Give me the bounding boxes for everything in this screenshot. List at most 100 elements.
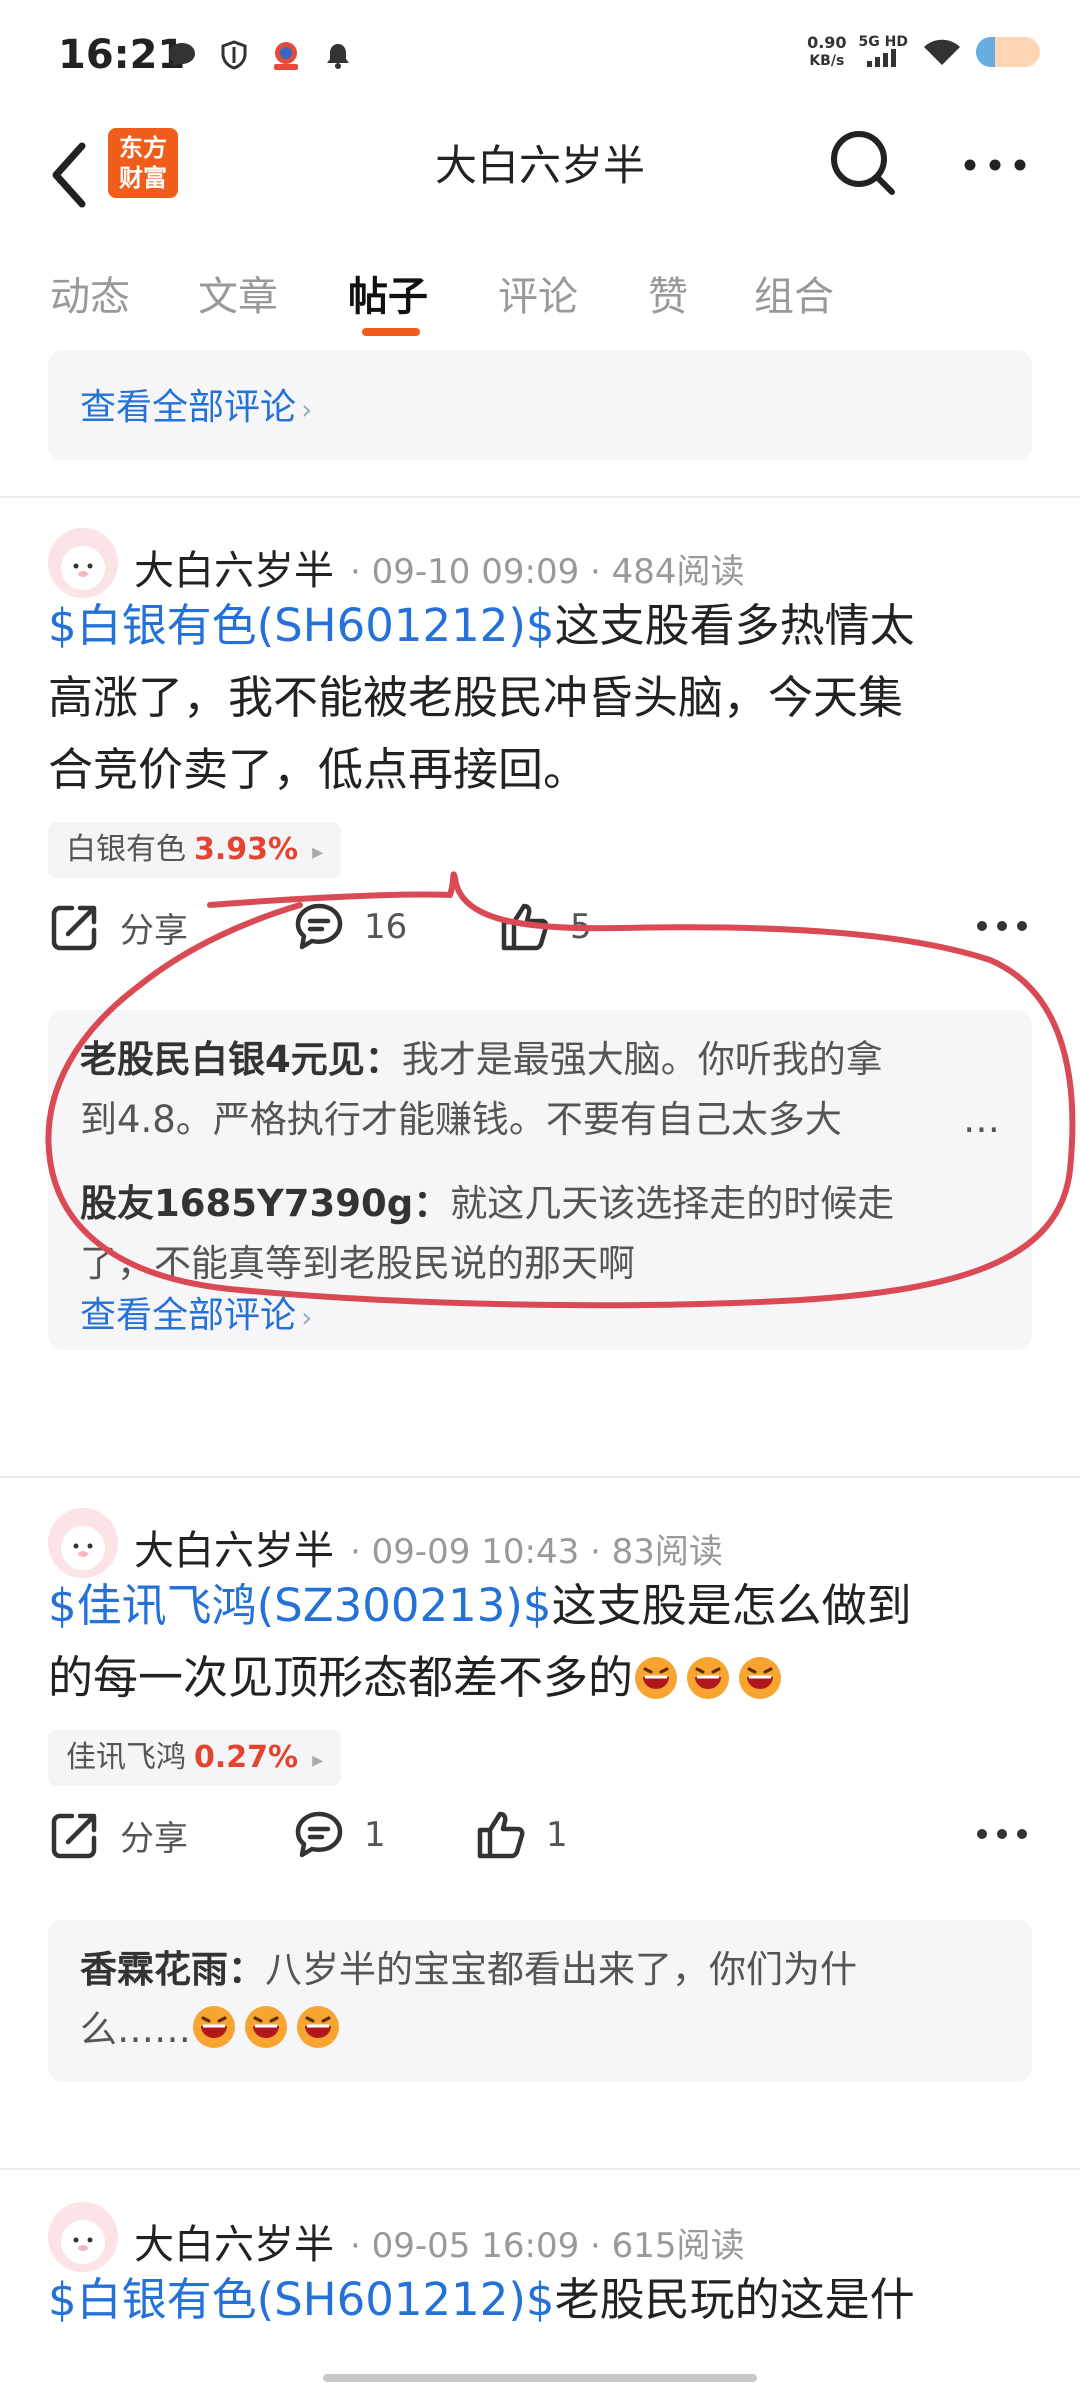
author-name[interactable]: 大白六岁半 <box>134 538 334 596</box>
post-meta: · 09-10 09:09 · 484阅读 <box>350 552 745 592</box>
stock-chip-name: 佳讯飞鸿 <box>66 1740 186 1775</box>
share-button[interactable]: 分享 <box>48 892 188 962</box>
view-all-comments-link[interactable]: 查看全部评论 › <box>80 1286 312 1338</box>
avatar[interactable] <box>48 1508 118 1578</box>
tab-active-indicator <box>362 328 420 336</box>
post-meta: · 09-05 16:09 · 615阅读 <box>350 2226 745 2266</box>
comment-text: 么…… <box>80 2008 191 2051</box>
search-icon[interactable] <box>828 128 898 198</box>
comment-count: 16 <box>364 907 408 947</box>
like-count: 1 <box>546 1815 568 1855</box>
comment-preview-box: 香霖花雨：八岁半的宝宝都看出来了，你们为什 么…… <box>48 1920 1032 2082</box>
network-speed-unit: KB/s <box>809 53 845 69</box>
tab-likes[interactable]: 赞 <box>648 264 688 322</box>
stock-link[interactable]: $白银有色(SH601212)$ <box>48 2273 555 2326</box>
comment-preview-box: 老股民白银4元见：我才是最强大脑。你听我的拿 到4.8。严格执行才能赚钱。不要有… <box>48 1010 1032 1350</box>
comment-user[interactable]: 老股民白银4元见： <box>80 1038 402 1081</box>
chevron-right-icon: › <box>301 393 313 426</box>
stock-chip-change: 0.27% <box>194 1740 299 1775</box>
bell-icon <box>327 44 349 69</box>
comment-text: 我才是最强大脑。你听我的拿 <box>401 1038 883 1081</box>
comment-user[interactable]: 香霖花雨： <box>80 1948 265 1991</box>
status-system-icons: 0.90 KB/s 5G HD <box>807 34 1040 70</box>
status-bar: 16:21 0.90 KB/s 5G HD <box>0 0 1080 118</box>
stock-quote-chip[interactable]: 白银有色 3.93% ▸ <box>48 822 342 878</box>
post-text-line: 这支股是怎么做到 <box>551 1579 912 1632</box>
battery-icon <box>976 37 1040 67</box>
tab-posts[interactable]: 帖子 <box>348 264 428 322</box>
post-more-icon[interactable] <box>972 1814 1032 1854</box>
post-text-line: 的每一次见顶形态都差不多的 <box>48 1651 634 1704</box>
page-title: 大白六岁半 <box>434 141 645 190</box>
network-type: 5G HD <box>859 35 908 70</box>
stock-quote-chip[interactable]: 佳讯飞鸿 0.27% ▸ <box>48 1730 342 1786</box>
comment-button[interactable]: 1 <box>292 1800 386 1870</box>
share-icon <box>51 905 97 951</box>
post-card[interactable]: 大白六岁半 · 09-05 16:09 · 615阅读 $白银有色(SH6012… <box>0 2202 1080 2388</box>
signal-icon <box>867 48 897 67</box>
divider <box>0 2168 1080 2170</box>
tab-articles[interactable]: 文章 <box>198 264 278 322</box>
share-label: 分享 <box>120 910 188 951</box>
comment-count: 1 <box>364 1815 386 1855</box>
comment-user[interactable]: 股友1685Y7390g： <box>80 1182 450 1225</box>
avatar[interactable] <box>48 2202 118 2272</box>
post-text[interactable]: $白银有色(SH601212)$老股民玩的这是什 <box>48 2264 1032 2336</box>
avatar[interactable] <box>48 528 118 598</box>
post-text-line: 这支股看多热情太 <box>554 599 915 652</box>
thumbs-up-icon <box>477 1811 525 1859</box>
comment-button[interactable]: 16 <box>292 892 407 962</box>
ellipsis: … <box>963 1098 1000 1141</box>
tab-bar: 动态 文章 帖子 评论 赞 组合 <box>0 250 1080 350</box>
author-name[interactable]: 大白六岁半 <box>134 1518 334 1576</box>
laughing-emoji-icon <box>245 2006 287 2048</box>
battery-level <box>976 37 996 67</box>
wifi-icon <box>924 39 960 65</box>
play-arrow-icon: ▸ <box>312 1748 324 1773</box>
share-label: 分享 <box>120 1818 188 1859</box>
home-indicator[interactable] <box>323 2374 757 2382</box>
view-all-comments-link[interactable]: 查看全部评论 › <box>80 378 312 430</box>
like-button[interactable]: 1 <box>474 1800 568 1870</box>
post-actions: 分享 1 1 <box>48 1800 1032 1870</box>
comment-item[interactable]: 香霖花雨：八岁半的宝宝都看出来了，你们为什 么…… <box>80 1940 1000 2060</box>
post-meta: · 09-09 10:43 · 83阅读 <box>350 1532 723 1572</box>
comment-text: 了，不能真等到老股民说的那天啊 <box>80 1242 635 1285</box>
post-text[interactable]: $白银有色(SH601212)$这支股看多热情太 高涨了，我不能被老股民冲昏头脑… <box>48 590 1032 806</box>
stock-link[interactable]: $白银有色(SH601212)$ <box>48 599 555 652</box>
thumbs-up-icon <box>501 903 549 951</box>
post-card[interactable]: 大白六岁半 · 09-10 09:09 · 484阅读 $白银有色(SH6012… <box>0 528 1080 1350</box>
comment-item[interactable]: 老股民白银4元见：我才是最强大脑。你听我的拿 到4.8。严格执行才能赚钱。不要有… <box>80 1030 1000 1150</box>
stock-link[interactable]: $佳讯飞鸿(SZ300213)$ <box>48 1579 552 1632</box>
tab-comments[interactable]: 评论 <box>498 264 578 322</box>
more-options-icon[interactable] <box>960 140 1030 190</box>
network-speed-value: 0.90 <box>807 33 847 52</box>
chevron-right-icon: › <box>301 1301 313 1334</box>
stock-chip-change: 3.93% <box>194 832 299 867</box>
stock-chip-name: 白银有色 <box>66 832 186 867</box>
like-count: 5 <box>570 907 592 947</box>
message-icon <box>169 43 195 67</box>
post-text-line: 老股民玩的这是什 <box>554 2273 915 2326</box>
comment-text: 就这几天该选择走的时候走 <box>450 1182 895 1225</box>
comment-text: 八岁半的宝宝都看出来了，你们为什 <box>265 1948 857 1991</box>
share-icon <box>51 1813 97 1859</box>
network-type-label: 5G HD <box>858 33 908 50</box>
like-button[interactable]: 5 <box>498 892 592 962</box>
view-all-comments-label: 查看全部评论 <box>80 387 297 428</box>
author-name[interactable]: 大白六岁半 <box>134 2212 334 2270</box>
tab-portfolios[interactable]: 组合 <box>754 264 834 322</box>
tab-dynamics[interactable]: 动态 <box>50 264 130 322</box>
post-text[interactable]: $佳讯飞鸿(SZ300213)$这支股是怎么做到 的每一次见顶形态都差不多的 <box>48 1570 1032 1714</box>
laughing-emoji-icon <box>297 2006 339 2048</box>
previous-comment-box: 查看全部评论 › <box>48 350 1032 460</box>
post-text-line: 合竞价卖了，低点再接回。 <box>48 743 589 796</box>
comment-item[interactable]: 股友1685Y7390g：就这几天该选择走的时候走 了，不能真等到老股民说的那天… <box>80 1174 1000 1294</box>
post-card[interactable]: 大白六岁半 · 09-09 10:43 · 83阅读 $佳讯飞鸿(SZ30021… <box>0 1508 1080 2082</box>
post-more-icon[interactable] <box>972 906 1032 946</box>
post-actions: 分享 16 5 <box>48 892 1032 962</box>
share-button[interactable]: 分享 <box>48 1800 188 1870</box>
laughing-emoji-icon <box>635 1657 678 1699</box>
divider <box>0 1476 1080 1478</box>
app-notification-icon <box>274 42 298 70</box>
